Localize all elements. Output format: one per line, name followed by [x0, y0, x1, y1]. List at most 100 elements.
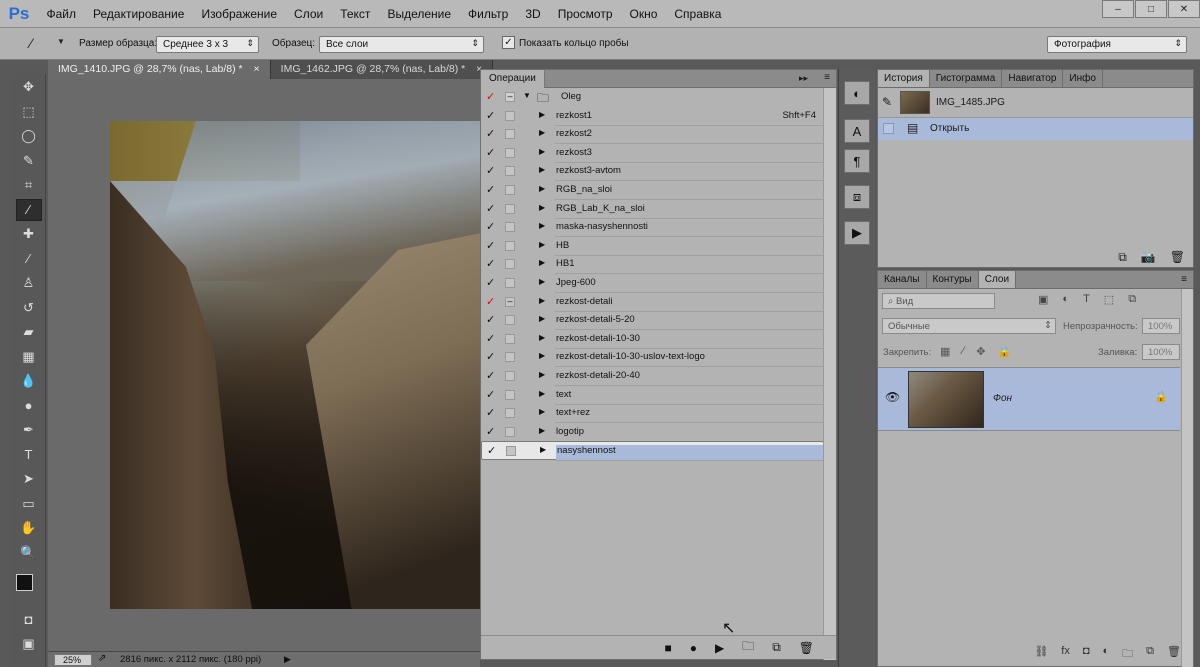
dialog-toggle-icon[interactable]	[505, 259, 515, 270]
toggle-check-icon[interactable]: ✓	[486, 313, 498, 326]
lock-pixels-icon[interactable]: ∕	[962, 345, 964, 358]
expand-triangle-icon[interactable]: ▶	[539, 240, 545, 249]
layers-scrollbar[interactable]	[1181, 289, 1193, 667]
type-tool-icon[interactable]: T	[16, 444, 42, 466]
actions-dock-icon[interactable]: ▶	[844, 221, 870, 245]
dialog-toggle-icon[interactable]	[505, 389, 515, 400]
pen-tool-icon[interactable]: ✒	[16, 419, 42, 441]
action-row[interactable]: ✓ ▶ rezkost-detali-10-30-uslov-text-logo	[481, 348, 824, 368]
new-set-icon[interactable]: 🗀	[742, 637, 754, 658]
tab-channels[interactable]: Каналы	[878, 271, 927, 288]
toggle-check-icon[interactable]: ✓	[486, 332, 498, 345]
history-brush-icon[interactable]: ↺	[16, 297, 42, 319]
adjustments-icon[interactable]: ◐	[844, 81, 870, 105]
close-tab-icon[interactable]: ×	[254, 63, 260, 75]
actions-scrollbar[interactable]	[823, 88, 836, 660]
color-swatches[interactable]	[12, 566, 45, 606]
menu-edit[interactable]: Редактирование	[85, 0, 193, 28]
tab-actions[interactable]: Операции	[481, 70, 545, 88]
history-snapshot-row[interactable]: ✎ IMG_1485.JPG	[878, 88, 1193, 118]
toggle-check-icon[interactable]: ✓	[486, 202, 498, 215]
new-document-from-state-icon[interactable]: ⧉	[1118, 250, 1127, 265]
marquee-tool-icon[interactable]: ⬚	[16, 101, 42, 123]
expand-triangle-icon[interactable]: ▶	[539, 351, 545, 360]
minimize-button[interactable]: –	[1102, 0, 1134, 18]
sample-select[interactable]: Все слои ⇕	[319, 36, 484, 53]
new-layer-icon[interactable]: ⧉	[1146, 645, 1154, 664]
dialog-toggle-icon[interactable]	[505, 222, 515, 233]
action-row[interactable]: ✓ ▶ HB	[481, 237, 824, 256]
add-mask-icon[interactable]: ◘	[1083, 645, 1090, 664]
history-state-row[interactable]: ▤ Открыть	[878, 118, 1193, 140]
dialog-toggle-icon[interactable]	[505, 203, 515, 214]
snapshot-camera-icon[interactable]: 📷	[1141, 250, 1156, 265]
expand-triangle-icon[interactable]: ▶	[540, 445, 546, 454]
foreground-color-swatch[interactable]	[16, 574, 33, 591]
toggle-check-icon[interactable]: ✓	[486, 127, 498, 140]
filter-pixel-icon[interactable]: ▣	[1038, 293, 1048, 306]
expand-triangle-icon[interactable]: ▶	[539, 221, 545, 230]
zoom-tool-icon[interactable]: 🔍	[16, 542, 42, 564]
quick-select-tool-icon[interactable]: ✎	[16, 150, 42, 172]
action-row[interactable]: ✓ – ▶ rezkost-detali	[481, 293, 824, 312]
dialog-toggle-icon[interactable]	[505, 185, 515, 195]
doc-tab-1[interactable]: IMG_1410.JPG @ 28,7% (nas, Lab/8) * ×	[48, 60, 271, 79]
toggle-check-icon[interactable]: ✓	[486, 388, 498, 401]
blend-mode-select[interactable]: Обычные ⇕	[882, 318, 1056, 334]
dodge-tool-icon[interactable]: ●	[16, 395, 42, 417]
toggle-check-icon[interactable]: ✓	[486, 295, 498, 308]
expand-triangle-icon[interactable]: ▶	[539, 110, 545, 119]
dialog-toggle-icon[interactable]	[506, 446, 516, 457]
expand-triangle-icon[interactable]: ▶	[539, 184, 545, 193]
action-row[interactable]: ✓ ▶ rezkost-detali-5-20	[481, 311, 824, 331]
clone-stamp-icon[interactable]: ♙	[16, 272, 42, 294]
quick-mask-icon[interactable]: ◘	[16, 608, 42, 630]
history-state-checkbox[interactable]	[883, 123, 894, 134]
shape-tool-icon[interactable]: ▭	[16, 493, 42, 515]
dialog-toggle-icon[interactable]	[505, 278, 515, 288]
toggle-check-icon[interactable]: ✓	[486, 350, 498, 363]
tab-histogram[interactable]: Гистограмма	[930, 70, 1003, 87]
dialog-toggle-icon[interactable]	[505, 315, 515, 326]
action-row[interactable]: ✓ ▶ logotip	[481, 423, 824, 442]
layer-filter-select[interactable]: ⌕ Вид	[882, 293, 995, 309]
eye-visibility-icon[interactable]: 👁	[885, 390, 900, 404]
eyedropper-icon[interactable]: ⁄	[30, 35, 32, 51]
action-row[interactable]: ✓ ▶ Jpeg-600	[481, 274, 824, 293]
eraser-tool-icon[interactable]: ▰	[16, 321, 42, 343]
action-row[interactable]: ✓ ▶ rezkost-detali-20-40	[481, 367, 824, 386]
zoom-level[interactable]: 25%	[54, 654, 92, 666]
red-check-icon[interactable]: ✓	[486, 90, 498, 103]
action-row[interactable]: ✓ ▶ maska-nasyshennosti	[481, 218, 824, 238]
menu-layers[interactable]: Слои	[286, 0, 332, 28]
toggle-check-icon[interactable]: ✓	[486, 146, 498, 159]
delete-state-icon[interactable]: 🗑	[1170, 250, 1185, 265]
tab-paths[interactable]: Контуры	[927, 271, 979, 288]
healing-brush-icon[interactable]: ✚	[16, 223, 42, 245]
filter-shape-icon[interactable]: ⬚	[1104, 293, 1114, 306]
panel-menu-icon[interactable]: ≡	[824, 72, 830, 83]
move-tool-icon[interactable]: ✥	[16, 76, 42, 98]
expand-triangle-icon[interactable]: ▶	[539, 426, 545, 435]
dialog-toggle-icon[interactable]	[505, 240, 515, 251]
action-row[interactable]: ✓ ▶ RGB_na_sloi	[481, 181, 824, 200]
dialog-toggle-icon[interactable]	[505, 110, 515, 121]
gradient-tool-icon[interactable]: ▦	[16, 346, 42, 368]
new-action-icon[interactable]: ⧉	[772, 640, 781, 655]
toggle-check-icon[interactable]: ✓	[486, 257, 498, 270]
lasso-tool-icon[interactable]: ◯	[16, 125, 42, 147]
action-row[interactable]: ✓ ▶ text	[481, 386, 824, 405]
expand-triangle-icon[interactable]: ▶	[539, 203, 545, 212]
action-row[interactable]: ✓ ▶ nasyshennost	[481, 441, 824, 462]
dialog-toggle-icon[interactable]	[505, 352, 515, 363]
expand-triangle-icon[interactable]: ▶	[539, 165, 545, 174]
tab-history[interactable]: История	[878, 70, 930, 87]
menu-help[interactable]: Справка	[666, 0, 730, 28]
record-icon[interactable]: ●	[690, 641, 697, 655]
history-brush-source-icon[interactable]: ✎	[882, 95, 892, 109]
toggle-check-icon[interactable]: ✓	[486, 276, 498, 289]
delete-icon[interactable]: 🗑	[799, 641, 814, 655]
action-row[interactable]: ✓ ▶ text+rez	[481, 404, 824, 424]
eyedropper-tool-icon[interactable]: ⁄	[15, 198, 42, 221]
menu-select[interactable]: Выделение	[379, 0, 460, 28]
